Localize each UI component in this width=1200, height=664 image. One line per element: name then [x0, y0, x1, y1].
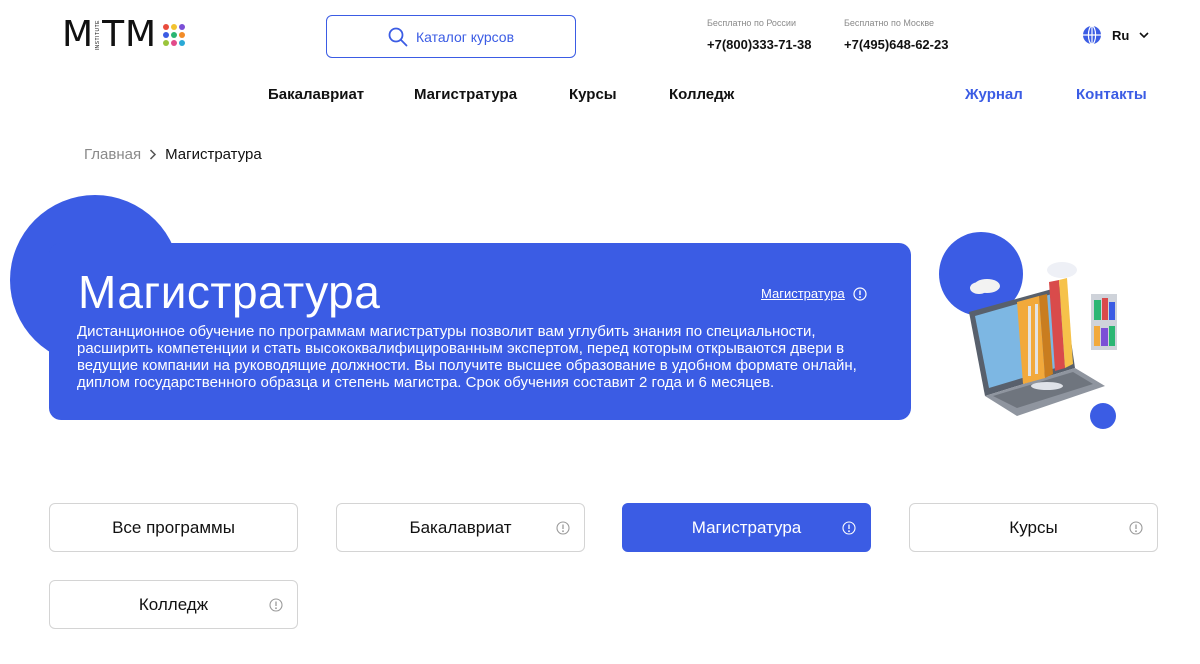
- logo-m: M: [62, 14, 95, 55]
- info-icon[interactable]: [269, 598, 283, 612]
- nav-bachelor[interactable]: Бакалавриат: [268, 86, 364, 103]
- filter-courses[interactable]: Курсы: [909, 503, 1158, 552]
- filter-label: Колледж: [138, 594, 209, 614]
- logo-dot: [171, 24, 178, 30]
- filter-label: Магистратура: [691, 517, 802, 537]
- logo-tm: TM: [102, 14, 158, 55]
- logo[interactable]: M INSTITUTE TM: [62, 14, 186, 55]
- info-icon[interactable]: [556, 521, 570, 535]
- info-icon[interactable]: [842, 521, 856, 535]
- info-icon[interactable]: [1129, 521, 1143, 535]
- laptop-books-illustration: [939, 232, 1117, 429]
- globe-icon: [1083, 25, 1101, 45]
- filter-label: Курсы: [1009, 517, 1058, 537]
- hero-tag-label: Магистратура: [761, 286, 845, 301]
- logo-dot: [163, 24, 170, 30]
- info-icon: [853, 286, 867, 301]
- nav-courses[interactable]: Курсы: [569, 86, 617, 103]
- language-selector[interactable]: Ru: [1082, 25, 1149, 45]
- search-icon: [388, 27, 408, 46]
- breadcrumb-home[interactable]: Главная: [84, 146, 141, 163]
- catalog-search-label: Каталог курсов: [415, 28, 515, 45]
- nav-contacts[interactable]: Контакты: [1076, 86, 1147, 103]
- filter-all-programs[interactable]: Все программы: [49, 503, 298, 552]
- nav-college[interactable]: Колледж: [669, 86, 734, 103]
- logo-dot: [163, 32, 170, 38]
- filter-master[interactable]: Магистратура: [622, 503, 871, 552]
- filter-college[interactable]: Колледж: [49, 580, 298, 629]
- logo-dot: [163, 40, 170, 46]
- catalog-search-button[interactable]: Каталог курсов: [326, 15, 576, 58]
- nav-journal[interactable]: Журнал: [965, 86, 1023, 103]
- chevron-down-icon: [1139, 31, 1149, 38]
- logo-dot: [179, 40, 186, 46]
- logo-dot: [171, 40, 178, 46]
- breadcrumb-current: Магистратура: [165, 146, 262, 163]
- logo-subtitle: INSTITUTE: [95, 19, 102, 51]
- logo-dot: [171, 32, 178, 38]
- filter-bachelor[interactable]: Бакалавриат: [336, 503, 585, 552]
- logo-dot: [179, 24, 186, 30]
- phone-russia: Бесплатно по России +7(800)333-71-38: [707, 18, 811, 52]
- phone-russia-number[interactable]: +7(800)333-71-38: [707, 37, 811, 52]
- filter-label: Бакалавриат: [409, 517, 512, 537]
- phone-moscow-number[interactable]: +7(495)648-62-23: [844, 37, 948, 52]
- hero-description: Дистанционное обучение по программам маг…: [77, 323, 857, 391]
- phone-russia-caption: Бесплатно по России: [707, 18, 796, 28]
- chevron-right-icon: [150, 149, 157, 160]
- phone-moscow: Бесплатно по Москве +7(495)648-62-23: [844, 18, 948, 52]
- nav-master[interactable]: Магистратура: [414, 86, 517, 103]
- language-label: Ru: [1112, 27, 1130, 43]
- page-title: Магистратура: [78, 266, 381, 318]
- hero-tag-link[interactable]: Магистратура: [761, 286, 867, 301]
- phone-moscow-caption: Бесплатно по Москве: [844, 18, 935, 28]
- hero-banner: Магистратура Магистратура Дистанционное …: [49, 243, 911, 420]
- filter-label: Все программы: [112, 517, 235, 537]
- breadcrumb: Главная Магистратура: [84, 146, 262, 163]
- logo-dots-icon: [163, 24, 186, 46]
- logo-dot: [179, 32, 186, 38]
